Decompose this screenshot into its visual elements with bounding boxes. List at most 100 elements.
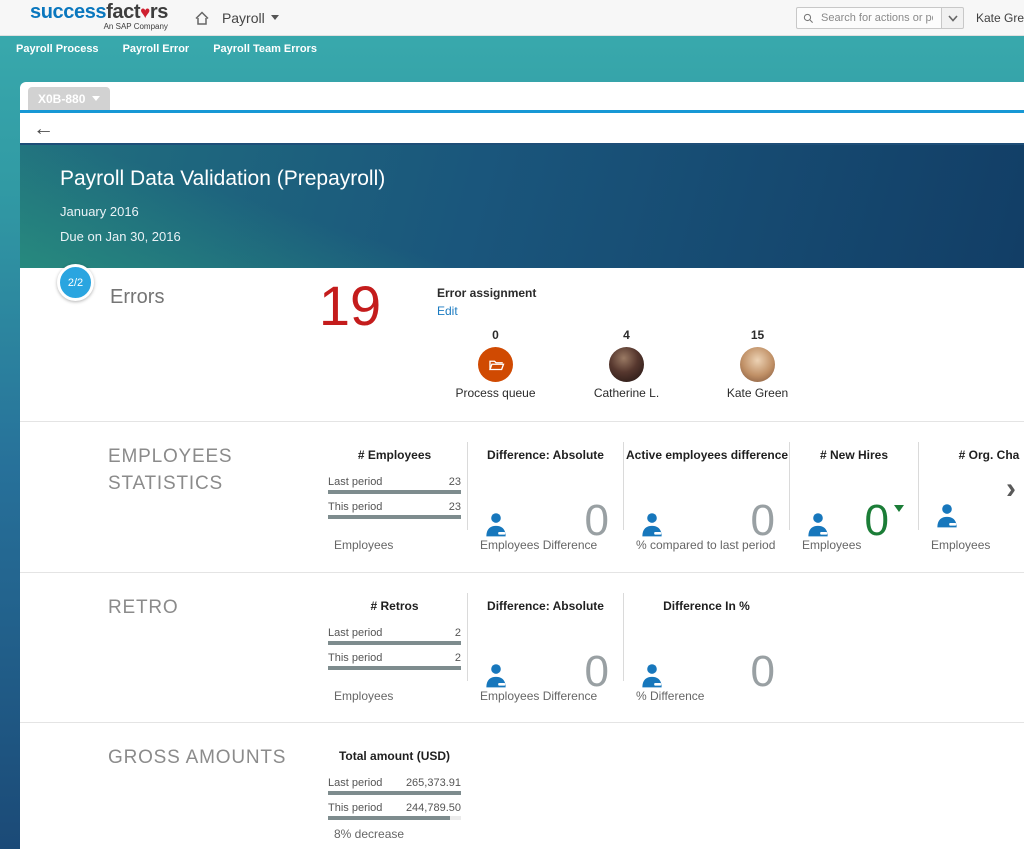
section-title: EMPLOYEES STATISTICS (108, 444, 232, 497)
tile-body: 0 (792, 502, 916, 539)
module-menu-label: Payroll (222, 10, 265, 26)
period-bar (328, 515, 461, 519)
carousel-next-chevron[interactable]: › (1006, 474, 1016, 504)
tile-retros: # Retros Last period 2 This period 2 Emp… (322, 585, 467, 715)
tile-footer: Employees (931, 538, 990, 552)
assignment-item-process-queue[interactable]: 0 Process queue (430, 328, 561, 400)
module-menu-payroll[interactable]: Payroll (222, 10, 279, 26)
tile-body: 0 (626, 502, 787, 539)
chevron-down-icon (271, 15, 279, 20)
errors-label: Errors (110, 286, 164, 309)
error-assignment-block: Error assignment Edit 0 Process queue 4 … (430, 286, 850, 400)
home-icon[interactable] (194, 10, 210, 26)
assignment-count: 0 (492, 328, 499, 342)
assignment-name: Process queue (455, 386, 535, 400)
period-row: Last period 23 (328, 476, 461, 488)
retro-section: RETRO # Retros Last period 2 This period… (20, 573, 1024, 723)
period-bar (328, 791, 461, 795)
tile-header: Difference In % (626, 599, 787, 613)
period-bar (328, 641, 461, 645)
tile-footer: % compared to last period (636, 538, 775, 552)
period-comparison: Last period 2 This period 2 (324, 627, 465, 670)
process-instance-tab-label: X0B-880 (38, 92, 85, 106)
kpi-value: 0 (585, 502, 609, 539)
tile-body: 0 (470, 653, 621, 690)
period-value: 244,789.50 (406, 802, 461, 814)
tile-header: Difference: Absolute (470, 448, 621, 462)
tile-body: 0 (470, 502, 621, 539)
search-input[interactable] (819, 11, 935, 25)
assignment-item-catherine[interactable]: 4 Catherine L. (561, 328, 692, 400)
nav-payroll-error[interactable]: Payroll Error (123, 43, 190, 55)
tile-header: # Employees (324, 448, 465, 462)
tile-difference-absolute: Difference: Absolute 0 Employees Differe… (468, 434, 623, 564)
logo-rs-text: rs (150, 1, 168, 23)
tile-footer: Employees Difference (480, 538, 597, 552)
logo-wordmark: successfact♥rs (30, 4, 168, 21)
step-badge[interactable]: 2/2 (57, 264, 94, 301)
successfactors-logo: successfact♥rs An SAP Company (30, 4, 168, 31)
period-bar (328, 816, 461, 820)
tile-new-hires: # New Hires 0 Employees (790, 434, 918, 564)
nav-payroll-team-errors[interactable]: Payroll Team Errors (213, 43, 317, 55)
chevron-down-icon (948, 15, 958, 22)
tile-employees: # Employees Last period 23 This period 2… (322, 434, 467, 564)
edit-link[interactable]: Edit (430, 304, 458, 318)
section-title: RETRO (108, 595, 179, 622)
tile-difference-absolute: Difference: Absolute 0 Employees Differe… (468, 585, 623, 715)
kpi-value: 0 (865, 502, 889, 539)
logo-fact-text: fact (106, 1, 140, 23)
period-value: 23 (449, 501, 461, 513)
period-row: This period 2 (328, 652, 461, 664)
period-row: This period 244,789.50 (328, 802, 461, 814)
logo-subtitle: An SAP Company (104, 22, 168, 31)
process-queue-icon (478, 347, 513, 382)
tile-footer: Employees (802, 538, 861, 552)
user-menu[interactable]: Kate Green (976, 11, 1024, 25)
employee-icon (482, 511, 510, 539)
back-row: ← (20, 113, 1024, 143)
heart-icon: ♥ (140, 3, 150, 22)
chevron-down-icon (92, 96, 100, 101)
period-comparison: Last period 265,373.91 This period 244,7… (324, 777, 465, 820)
process-instance-tab[interactable]: X0B-880 (28, 87, 110, 110)
tile-header: # Retros (324, 599, 465, 613)
tile-body (921, 502, 1024, 530)
period-label: Last period (328, 476, 382, 488)
value-dropdown-icon[interactable] (894, 505, 904, 512)
search-box[interactable] (796, 7, 942, 29)
employee-icon (638, 511, 666, 539)
assignment-item-kate[interactable]: 15 Kate Green (692, 328, 823, 400)
errors-section: 2/2 Errors 19 Error assignment Edit 0 Pr… (20, 268, 1024, 422)
kpi-tiles-row: # Employees Last period 23 This period 2… (322, 434, 1024, 564)
search-scope-dropdown[interactable] (942, 7, 964, 29)
payroll-nav-bar: Payroll Process Payroll Error Payroll Te… (0, 36, 1024, 62)
period-value: 265,373.91 (406, 777, 461, 789)
period-value: 2 (455, 652, 461, 664)
period-row: This period 23 (328, 501, 461, 513)
kpi-tiles-row: Total amount (USD) Last period 265,373.9… (322, 735, 467, 849)
tile-footer: Employees Difference (480, 689, 597, 703)
tile-active-employees-difference: Active employees difference 0 % compared… (624, 434, 789, 564)
avatar (609, 347, 644, 382)
gross-amounts-section: GROSS AMOUNTS Total amount (USD) Last pe… (20, 723, 1024, 849)
top-bar: successfact♥rs An SAP Company Payroll Ka… (0, 0, 1024, 36)
section-title: GROSS AMOUNTS (108, 745, 286, 772)
assignment-count: 15 (751, 328, 764, 342)
nav-payroll-process[interactable]: Payroll Process (16, 43, 99, 55)
search-icon (803, 12, 814, 25)
tile-footer: % Difference (636, 689, 704, 703)
tile-header: Difference: Absolute (470, 599, 621, 613)
tile-footer: Employees (334, 538, 393, 552)
period-label: Last period (328, 777, 382, 789)
tile-header: # Org. Cha (921, 448, 1024, 462)
error-count: 19 (305, 278, 395, 334)
back-button[interactable]: ← (33, 118, 54, 139)
period-label: This period (328, 802, 382, 814)
period-bar (328, 666, 461, 670)
period-label: Last period (328, 627, 382, 639)
period-row: Last period 2 (328, 627, 461, 639)
tile-header: Active employees difference (626, 448, 787, 462)
period-comparison: Last period 23 This period 23 (324, 476, 465, 519)
banner-period: January 2016 (60, 204, 1024, 219)
